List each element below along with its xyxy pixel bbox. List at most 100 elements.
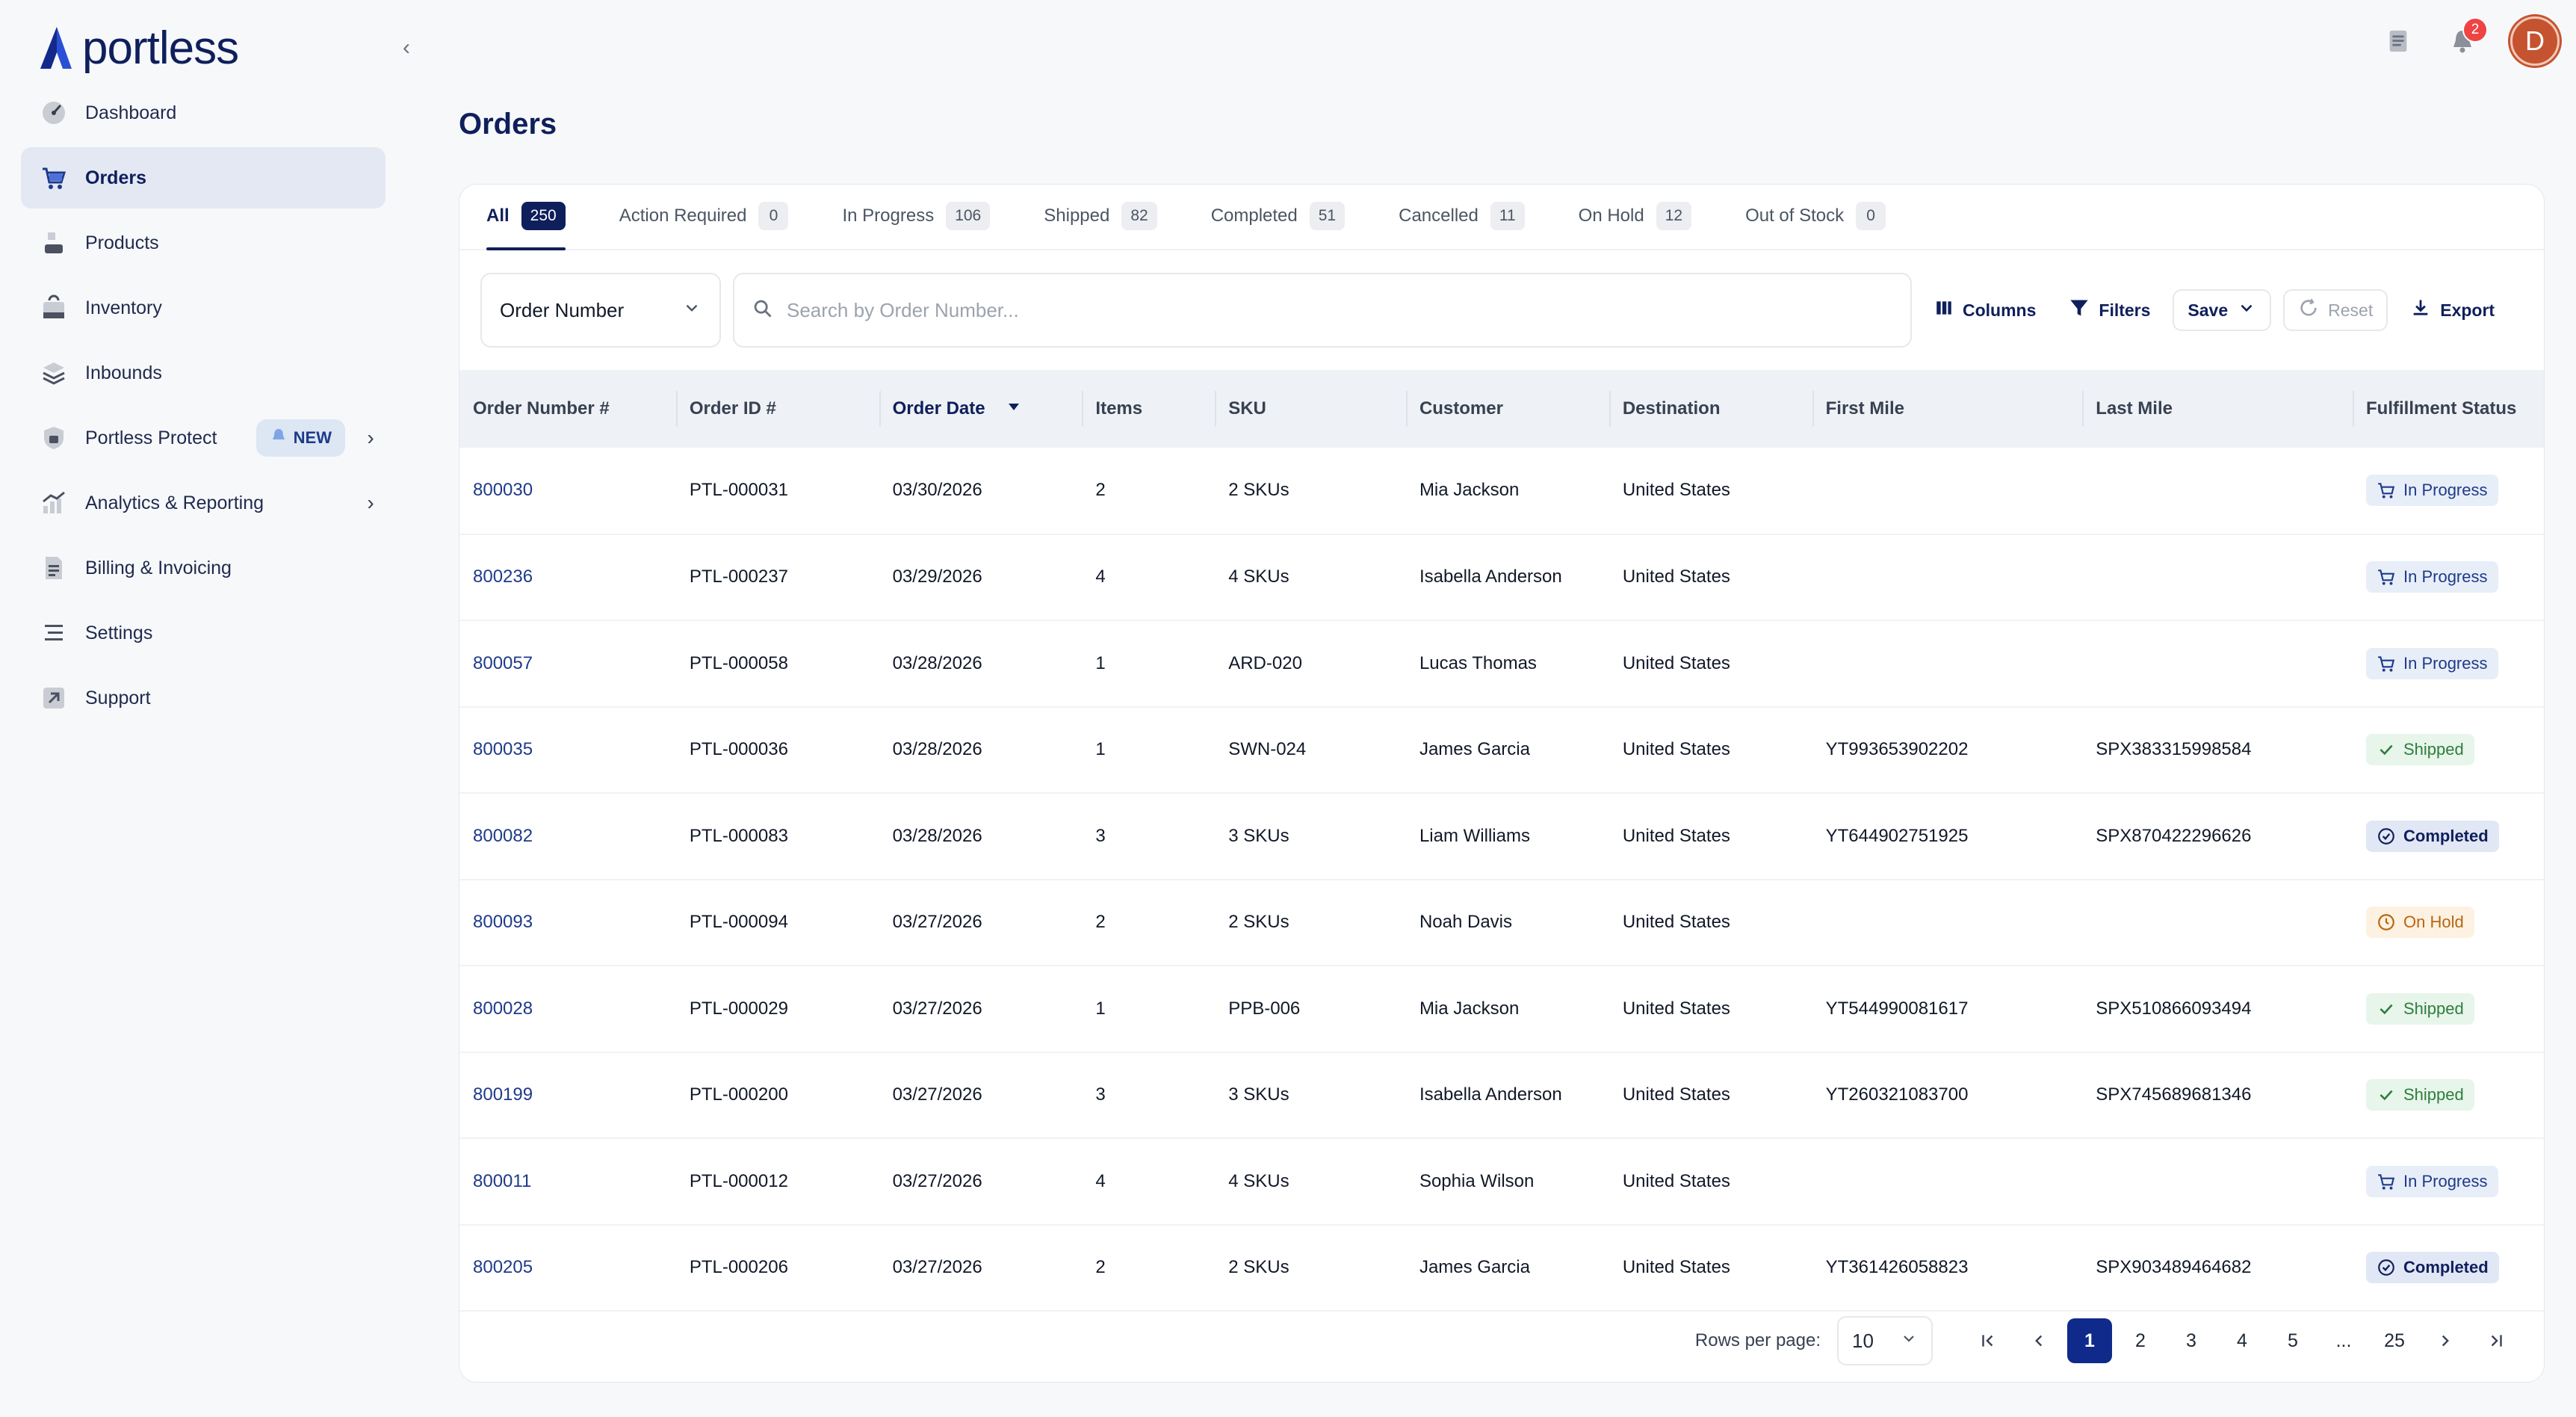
column-header-customer[interactable]: Customer bbox=[1405, 370, 1609, 448]
cart-icon bbox=[39, 163, 69, 193]
table-row[interactable]: 800205 PTL-000206 03/27/2026 2 2 SKUs James G… bbox=[459, 1225, 2544, 1312]
page-button[interactable]: 1 bbox=[2067, 1318, 2112, 1363]
sidebar-item-products[interactable]: Products bbox=[21, 212, 386, 274]
cell-order-number[interactable]: 800057 bbox=[459, 620, 676, 707]
cell-order-number[interactable]: 800093 bbox=[459, 880, 676, 966]
tab-completed[interactable]: Completed 51 bbox=[1210, 185, 1346, 249]
products-icon bbox=[39, 228, 69, 258]
sidebar-item-support[interactable]: Support bbox=[21, 667, 386, 729]
sidebar-item-label: Products bbox=[85, 232, 159, 253]
table-row[interactable]: 800011 PTL-000012 03/27/2026 4 4 SKUs Sophia … bbox=[459, 1138, 2544, 1225]
cell-last-mile: SPX510866093494 bbox=[2096, 998, 2252, 1019]
table-row[interactable]: 800199 PTL-000200 03/27/2026 3 3 SKUs Isabell… bbox=[459, 1052, 2544, 1139]
prev-page-button[interactable] bbox=[2016, 1318, 2061, 1363]
page-button[interactable]: 3 bbox=[2169, 1318, 2214, 1363]
sidebar-item-inbounds[interactable]: Inbounds bbox=[21, 342, 386, 404]
cell-destination: United States bbox=[1622, 1257, 1730, 1278]
cell-order-number[interactable]: 800236 bbox=[459, 534, 676, 621]
sidebar-item-portless-protect[interactable]: Portless Protect NEW › bbox=[21, 407, 386, 469]
chevron-left-icon: ‹ bbox=[403, 35, 410, 60]
page-button[interactable]: 2 bbox=[2118, 1318, 2163, 1363]
cell-order-number[interactable]: 800028 bbox=[459, 966, 676, 1052]
sidebar-item-analytics[interactable]: Analytics & Reporting › bbox=[21, 472, 386, 534]
tab-out-of-stock[interactable]: Out of Stock 0 bbox=[1745, 185, 1886, 249]
cell-order-number[interactable]: 800035 bbox=[459, 707, 676, 794]
sidebar-item-dashboard[interactable]: Dashboard bbox=[21, 82, 386, 143]
document-icon bbox=[2389, 30, 2407, 52]
status-label: Shipped bbox=[2403, 1085, 2464, 1105]
export-button[interactable]: Export bbox=[2400, 289, 2505, 331]
table-row[interactable]: 800057 PTL-000058 03/28/2026 1 ARD-020 Lucas … bbox=[459, 620, 2544, 707]
cell-last-mile bbox=[2082, 620, 2353, 707]
column-header-first-mile[interactable]: First Mile bbox=[1812, 370, 2083, 448]
page-button[interactable]: 25 bbox=[2372, 1318, 2417, 1363]
column-header-destination[interactable]: Destination bbox=[1609, 370, 1812, 448]
tab-count: 51 bbox=[1309, 202, 1346, 230]
documents-button[interactable] bbox=[2382, 25, 2415, 58]
sidebar-item-settings[interactable]: Settings bbox=[21, 602, 386, 664]
column-header-sku[interactable]: SKU bbox=[1215, 370, 1406, 448]
columns-button[interactable]: Columns bbox=[1924, 289, 2046, 331]
tab-all[interactable]: All 250 bbox=[486, 185, 566, 250]
column-header-items[interactable]: Items bbox=[1082, 370, 1215, 448]
last-page-button[interactable] bbox=[2474, 1318, 2518, 1363]
notifications-button[interactable]: 2 bbox=[2446, 17, 2488, 58]
cell-items: 1 bbox=[1095, 652, 1106, 673]
column-header-fulfillment-status[interactable]: Fulfillment Status bbox=[2353, 370, 2544, 448]
cell-items: 4 bbox=[1095, 567, 1106, 587]
tab-label: Completed bbox=[1210, 206, 1298, 226]
tab-action-required[interactable]: Action Required 0 bbox=[619, 185, 789, 249]
chevron-left-icon bbox=[2035, 1335, 2043, 1347]
collapse-sidebar-button[interactable]: ‹ bbox=[391, 33, 421, 63]
column-header-order-id[interactable]: Order ID # bbox=[675, 370, 879, 448]
table-row[interactable]: 800236 PTL-000237 03/29/2026 4 4 SKUs Isabell… bbox=[459, 534, 2544, 621]
save-button[interactable]: Save bbox=[2173, 289, 2272, 331]
column-header-last-mile[interactable]: Last Mile bbox=[2082, 370, 2353, 448]
tab-on-hold[interactable]: On Hold 12 bbox=[1578, 185, 1692, 249]
page-button[interactable]: 4 bbox=[2220, 1318, 2264, 1363]
cart-icon bbox=[2377, 481, 2396, 500]
table-row[interactable]: 800028 PTL-000029 03/27/2026 1 PPB-006 Mia Ja… bbox=[459, 966, 2544, 1052]
cell-order-number[interactable]: 800030 bbox=[459, 448, 676, 534]
status-tabs: All 250 Action Required 0 In Progress 106 S… bbox=[459, 185, 2544, 250]
table-row[interactable]: 800093 PTL-000094 03/27/2026 2 2 SKUs Noah Da… bbox=[459, 880, 2544, 966]
sidebar-item-orders[interactable]: Orders bbox=[21, 147, 386, 209]
analytics-icon bbox=[39, 488, 69, 518]
rows-per-page-select[interactable]: 10 bbox=[1837, 1316, 1933, 1365]
cell-order-id: PTL-000031 bbox=[689, 480, 788, 501]
filters-button[interactable]: Filters bbox=[2058, 289, 2161, 331]
table-row[interactable]: 800030 PTL-000031 03/30/2026 2 2 SKUs Mia Jac… bbox=[459, 448, 2544, 534]
cell-customer: Isabella Anderson bbox=[1419, 1084, 1562, 1105]
reset-button[interactable]: Reset bbox=[2283, 289, 2388, 331]
search-box bbox=[733, 273, 1912, 348]
search-field-select[interactable]: Order Number bbox=[480, 273, 721, 348]
user-avatar[interactable]: D bbox=[2510, 16, 2560, 66]
table-row[interactable]: 800082 PTL-000083 03/28/2026 3 3 SKUs Liam Wi… bbox=[459, 793, 2544, 880]
cell-order-id: PTL-000206 bbox=[689, 1257, 788, 1278]
sidebar-item-inventory[interactable]: Inventory bbox=[21, 277, 386, 339]
tab-label: On Hold bbox=[1578, 206, 1644, 226]
tab-shipped[interactable]: Shipped 82 bbox=[1044, 185, 1157, 249]
search-input[interactable] bbox=[787, 298, 1892, 322]
column-header-order-date[interactable]: Order Date bbox=[879, 370, 1083, 448]
cell-first-mile bbox=[1812, 448, 2083, 534]
next-page-button[interactable] bbox=[2423, 1318, 2468, 1363]
cell-order-number[interactable]: 800199 bbox=[459, 1052, 676, 1139]
sidebar-item-billing[interactable]: Billing & Invoicing bbox=[21, 537, 386, 599]
cell-customer: James Garcia bbox=[1419, 739, 1530, 760]
cart-icon bbox=[2377, 654, 2396, 673]
status-label: On Hold bbox=[2403, 913, 2464, 932]
cell-customer: Liam Williams bbox=[1419, 825, 1530, 846]
tab-cancelled[interactable]: Cancelled 11 bbox=[1399, 185, 1525, 249]
cell-order-number[interactable]: 800205 bbox=[459, 1225, 676, 1312]
column-header-order-number[interactable]: Order Number # bbox=[459, 370, 676, 448]
first-page-button[interactable] bbox=[1966, 1318, 2010, 1363]
sidebar: portless ‹ Dashboard Orders Products Inv… bbox=[0, 0, 410, 1417]
page-button[interactable]: 5 bbox=[2270, 1318, 2315, 1363]
table-row[interactable]: 800035 PTL-000036 03/28/2026 1 SWN-024 James … bbox=[459, 707, 2544, 794]
cell-order-number[interactable]: 800082 bbox=[459, 793, 676, 880]
logo[interactable]: portless bbox=[37, 21, 239, 75]
cell-order-number[interactable]: 800011 bbox=[459, 1138, 676, 1225]
tab-in-progress[interactable]: In Progress 106 bbox=[842, 185, 991, 249]
search-field-value: Order Number bbox=[500, 298, 625, 321]
